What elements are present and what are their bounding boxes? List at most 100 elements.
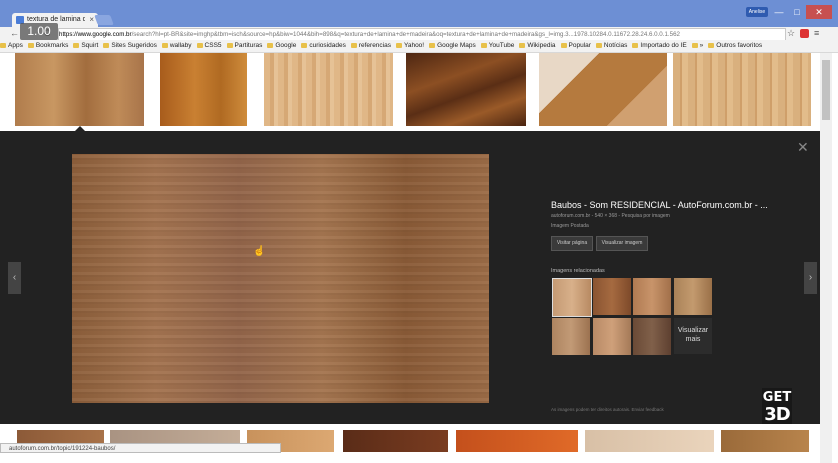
bookmark-label: Popular [568, 42, 591, 49]
bookmark-item[interactable]: Squirt [73, 40, 98, 52]
window-close-icon[interactable]: ✕ [806, 5, 832, 19]
bookmark-item[interactable]: wallaby [161, 40, 192, 52]
result-thumb[interactable] [539, 53, 667, 126]
hand-cursor-icon: ☝ [253, 246, 266, 257]
bookmark-label: Yahoo! [403, 42, 425, 49]
visit-page-button[interactable]: Visitar página [551, 236, 593, 251]
bookmark-item[interactable]: Wikipedia [519, 40, 556, 52]
status-bar: autoforum.com.br/topic/191224-baubos/ [0, 443, 281, 453]
bookmark-folder-icon [350, 42, 357, 48]
bookmarks-bar: Apps Bookmarks Squirt Sites Sugeridos wallab… [0, 40, 838, 53]
bookmark-item[interactable]: Google [267, 40, 296, 52]
logo-line1: GET [762, 390, 792, 405]
related-thumb[interactable] [552, 278, 592, 317]
bookmark-label: Google Maps [437, 42, 476, 49]
related-thumb[interactable] [552, 318, 590, 355]
bookmark-folder-icon [395, 42, 402, 48]
bookmark-item[interactable]: YouTube [480, 40, 515, 52]
related-thumb[interactable] [593, 318, 631, 355]
bookmark-item[interactable]: Popular [560, 40, 591, 52]
related-thumb[interactable] [674, 278, 712, 315]
maximize-icon[interactable]: □ [788, 5, 806, 19]
result-thumb[interactable] [585, 430, 714, 452]
result-thumb[interactable] [160, 53, 247, 126]
bookmark-folder-icon [196, 42, 203, 48]
bookmark-folder-icon [27, 42, 34, 48]
bookmark-item[interactable]: Apps [0, 40, 23, 52]
bookmark-label: wallaby [169, 42, 192, 49]
minimize-icon[interactable]: — [770, 5, 788, 19]
url-host: https://www.google.com.br [59, 31, 132, 38]
bookmark-label: » [699, 42, 704, 49]
bookmark-item[interactable]: Yahoo! [395, 40, 425, 52]
bookmark-label: Sites Sugeridos [111, 42, 157, 49]
result-thumb[interactable] [456, 430, 578, 452]
bookmark-item[interactable]: Importado do IE [632, 40, 687, 52]
menu-icon[interactable]: ≡ [814, 27, 819, 40]
bookmark-label: Squirt [81, 42, 99, 49]
new-tab-button[interactable] [94, 15, 114, 25]
bookmark-folder-icon [301, 42, 308, 48]
prev-arrow-icon[interactable]: ‹ [8, 262, 21, 294]
bookmark-folder-icon [73, 42, 80, 48]
bookmark-folder-icon [226, 42, 233, 48]
bookmark-label: Importado do IE [640, 42, 687, 49]
preview-image[interactable] [72, 154, 489, 403]
result-thumb[interactable] [264, 53, 393, 126]
bookmark-item[interactable]: Partituras [226, 40, 263, 52]
star-icon[interactable]: ☆ [787, 27, 795, 40]
bookmark-item[interactable]: Sites Sugeridos [103, 40, 157, 52]
bookmark-label: Apps [8, 42, 23, 49]
bookmark-label: CSS5 [204, 42, 222, 49]
extension-icon[interactable] [800, 29, 809, 38]
bookmark-folder-icon [161, 42, 168, 48]
result-thumb[interactable] [15, 53, 144, 126]
bookmark-folder-icon [267, 42, 274, 48]
copyright-note: As imagens podem ter direitos autorais. … [551, 407, 664, 412]
result-thumb[interactable] [343, 430, 448, 452]
preview-title[interactable]: Baubos - Som RESIDENCIAL - AutoForum.com… [551, 200, 801, 210]
next-arrow-icon[interactable]: › [804, 262, 817, 294]
bookmark-folder-icon [595, 42, 602, 48]
related-thumb[interactable] [633, 318, 671, 355]
bookmark-item[interactable]: referencias [350, 40, 391, 52]
close-icon[interactable]: ✕ [797, 139, 809, 156]
bookmark-item[interactable]: Outros favoritos [708, 40, 762, 52]
bookmark-folder-icon [103, 42, 110, 48]
bookmark-folder-icon [0, 42, 6, 48]
back-arrow-icon[interactable]: ← [10, 27, 19, 40]
result-thumb[interactable] [406, 53, 526, 126]
result-thumb[interactable] [721, 430, 809, 452]
bookmark-folder-icon [708, 42, 715, 48]
bookmark-item[interactable]: Google Maps [429, 40, 476, 52]
result-thumb[interactable] [673, 53, 811, 126]
bookmark-item[interactable]: » [691, 40, 704, 52]
bookmark-item[interactable]: Notícias [595, 40, 628, 52]
titlebar [0, 0, 838, 27]
bookmark-label: curiosidades [309, 42, 346, 49]
scrollbar-thumb[interactable] [822, 60, 830, 120]
bookmark-item[interactable]: Bookmarks [27, 40, 69, 52]
bookmark-label: YouTube [488, 42, 515, 49]
zoom-indicator: 1.00 [20, 23, 58, 40]
preview-meta: autoforum.com.br - 540 × 368 - Pesquisa … [551, 213, 670, 219]
user-badge[interactable]: Anelise [746, 7, 768, 17]
see-more-button[interactable]: Visualizar mais [674, 318, 712, 354]
bookmark-folder-icon [519, 42, 526, 48]
bookmark-item[interactable]: curiosidades [301, 40, 346, 52]
bookmark-label: Outros favoritos [716, 42, 763, 49]
related-thumb[interactable] [593, 278, 631, 315]
bookmark-label: Notícias [603, 42, 628, 49]
bookmark-folder-icon [560, 42, 567, 48]
bookmark-label: Partituras [234, 42, 263, 49]
bookmark-label: Bookmarks [35, 42, 69, 49]
bookmark-folder-icon [429, 42, 436, 48]
preview-subtitle: Imagem Postada [551, 223, 589, 229]
tab-close-icon[interactable]: × [89, 13, 94, 27]
bookmark-label: Google [275, 42, 297, 49]
related-thumb[interactable] [633, 278, 671, 315]
bookmark-item[interactable]: CSS5 [196, 40, 222, 52]
bookmark-label: referencias [358, 42, 391, 49]
view-image-button[interactable]: Visualizar imagem [596, 236, 648, 251]
url-path: /search?hl=pt-BR&site=imghp&tbm=isch&sou… [131, 31, 680, 38]
